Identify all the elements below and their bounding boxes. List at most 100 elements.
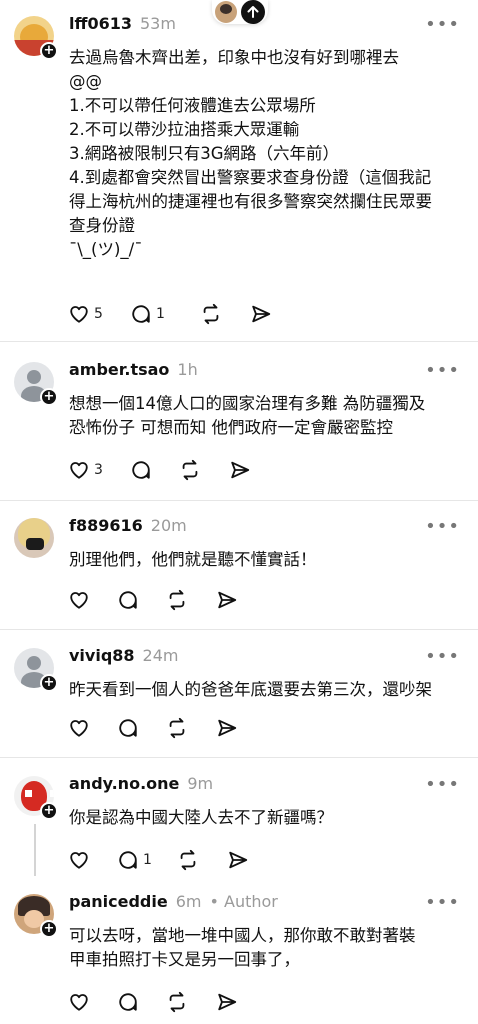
username[interactable]: lff0613: [69, 14, 132, 33]
follow-plus-icon[interactable]: +: [40, 920, 58, 938]
action-bar: 5 1: [68, 302, 272, 326]
repost-button[interactable]: [200, 302, 250, 326]
comment-line: 昨天看到一個人的爸爸年底還要去第三次，還吵架: [69, 680, 432, 699]
timestamp: 1h: [177, 360, 198, 379]
repost-button[interactable]: [179, 458, 229, 482]
username[interactable]: f889616: [69, 516, 143, 535]
share-button[interactable]: [216, 588, 238, 612]
repost-icon: [169, 991, 185, 1013]
like-button[interactable]: [68, 588, 117, 612]
repost-icon: [182, 459, 198, 481]
username[interactable]: viviq88: [69, 646, 135, 665]
like-count: 3: [94, 462, 103, 478]
follow-plus-icon[interactable]: +: [40, 802, 58, 820]
reply-count: 1: [143, 852, 152, 868]
reply-button[interactable]: [117, 588, 166, 612]
timestamp: 9m: [187, 774, 214, 793]
avatar[interactable]: [14, 518, 56, 560]
heart-icon: [70, 592, 88, 609]
like-button[interactable]: [68, 990, 117, 1014]
thread-connector: [34, 824, 36, 876]
more-options-button[interactable]: •••: [425, 14, 460, 35]
author-avatar-icon: [215, 1, 237, 23]
share-button[interactable]: [229, 458, 251, 482]
action-bar: [68, 716, 238, 740]
send-icon: [229, 851, 248, 869]
more-options-button[interactable]: •••: [425, 646, 460, 667]
share-button[interactable]: [227, 848, 249, 872]
follow-plus-icon[interactable]: +: [40, 674, 58, 692]
comment-line: 可以去呀，當地一堆中國人，那你敢不敢對著裝: [69, 926, 416, 945]
heart-icon: [70, 852, 88, 869]
share-button[interactable]: [216, 716, 238, 740]
reply-count: 1: [156, 306, 165, 322]
repost-button[interactable]: [166, 990, 216, 1014]
comment-line: 去過烏魯木齊出差，印象中也沒有好到哪裡去: [69, 48, 399, 67]
username[interactable]: paniceddie: [69, 892, 168, 911]
like-button[interactable]: 5: [68, 302, 130, 326]
comment-line: 2.不可以帶沙拉油搭乘大眾運輸: [69, 120, 300, 139]
repost-icon: [169, 589, 185, 611]
more-options-button[interactable]: •••: [425, 892, 460, 913]
more-options-button[interactable]: •••: [425, 360, 460, 381]
heart-icon: [70, 306, 88, 323]
share-button[interactable]: [250, 302, 272, 326]
avatar[interactable]: +: [14, 362, 58, 406]
repost-button[interactable]: [166, 716, 216, 740]
like-button[interactable]: [68, 716, 117, 740]
avatar[interactable]: +: [14, 16, 58, 60]
follow-plus-icon[interactable]: +: [40, 388, 58, 406]
divider: [0, 341, 478, 342]
comment-line: 1.不可以帶任何液體進去公眾場所: [69, 96, 316, 115]
comment-bubble-icon: [119, 851, 137, 869]
avatar[interactable]: +: [14, 648, 58, 692]
follow-plus-icon[interactable]: +: [40, 42, 58, 60]
divider: [0, 757, 478, 758]
comment-text: 可以去呀，當地一堆中國人，那你敢不敢對著裝 甲車拍照打卡又是另一回事了，: [69, 924, 416, 972]
comment-bubble-icon: [119, 719, 137, 737]
reply-button[interactable]: [130, 458, 179, 482]
send-icon: [218, 993, 237, 1011]
reply-button[interactable]: 1: [130, 302, 200, 326]
avatar[interactable]: +: [14, 776, 58, 820]
username[interactable]: amber.tsao: [69, 360, 169, 379]
repost-icon: [169, 717, 185, 739]
scroll-to-top-pill[interactable]: [212, 0, 268, 24]
share-button[interactable]: [216, 990, 238, 1014]
repost-icon: [180, 849, 196, 871]
timestamp: 24m: [142, 646, 179, 665]
comment-bubble-icon: [119, 591, 137, 609]
reply-button[interactable]: [117, 716, 166, 740]
divider: [0, 500, 478, 501]
heart-icon: [70, 994, 88, 1011]
action-bar: [68, 990, 238, 1014]
username[interactable]: andy.no.one: [69, 774, 179, 793]
more-options-button[interactable]: •••: [425, 774, 460, 795]
avatar[interactable]: +: [14, 894, 58, 938]
comment-line: ¯\_(ツ)_/¯: [69, 240, 143, 259]
repost-button[interactable]: [166, 588, 216, 612]
arrow-up-icon[interactable]: [241, 0, 265, 24]
like-button[interactable]: 3: [68, 458, 130, 482]
comment-line: 查身份證: [69, 216, 135, 235]
comment-line: 3.網路被限制只有3G網路（六年前）: [69, 144, 340, 163]
repost-icon: [203, 303, 219, 325]
author-badge: • Author: [209, 892, 278, 911]
action-bar: [68, 588, 238, 612]
timestamp: 6m: [175, 892, 202, 911]
comment-line: 想想一個14億人口的國家治理有多難 為防疆獨及: [69, 394, 426, 413]
more-options-button[interactable]: •••: [425, 516, 460, 537]
like-button[interactable]: [68, 848, 117, 872]
send-icon: [218, 591, 237, 609]
heart-icon: [70, 462, 88, 479]
action-bar: 3: [68, 458, 251, 482]
reply-button[interactable]: [117, 990, 166, 1014]
comment-text: 想想一個14億人口的國家治理有多難 為防疆獨及 恐怖份子 可想而知 他們政府一定…: [69, 392, 425, 440]
comment-line: @@: [69, 72, 102, 91]
comment-bubble-icon: [132, 305, 150, 323]
timestamp: 53m: [139, 14, 176, 33]
comment-bubble-icon: [132, 461, 150, 479]
reply-button[interactable]: 1: [117, 848, 177, 872]
repost-button[interactable]: [177, 848, 227, 872]
comment-line: 恐怖份子 可想而知 他們政府一定會嚴密監控: [69, 418, 393, 437]
